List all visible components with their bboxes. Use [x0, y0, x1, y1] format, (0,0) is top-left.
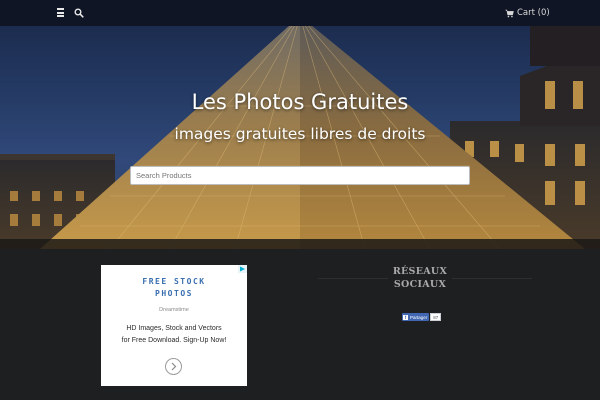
shopping-cart-icon — [505, 9, 514, 17]
social-section-title-line-2: SOCIAUX — [393, 279, 447, 290]
chevron-right-icon — [171, 362, 177, 371]
site-tagline: images gratuites libres de droits — [174, 125, 426, 143]
facebook-share-action[interactable]: f Partager — [402, 313, 430, 321]
ad-headline-line-2: PHOTOS — [155, 289, 193, 298]
ad-text-line-1: HD Images, Stock and Vectors — [126, 325, 222, 332]
hamburger-menu-icon[interactable] — [57, 8, 65, 18]
cart-link[interactable]: Cart (0) — [505, 7, 550, 19]
hero-banner: Les Photos Gratuites images gratuites li… — [0, 26, 600, 249]
top-navigation-bar: Cart (0) — [0, 0, 600, 26]
ad-headline-line-1: FREE STOCK — [142, 277, 206, 286]
cart-label: Cart (0) — [517, 8, 550, 18]
ad-choices-icon[interactable] — [238, 265, 247, 273]
ad-text-line-2: for Free Download. Sign-Up Now! — [121, 337, 227, 344]
share-label: Partager — [410, 314, 428, 320]
ad-brand: Dreamstime — [159, 307, 189, 313]
search-icon[interactable] — [74, 8, 84, 18]
product-search-input[interactable] — [130, 166, 470, 185]
facebook-share-button[interactable]: f Partager 87 — [402, 313, 442, 321]
ad-next-button[interactable] — [165, 358, 182, 375]
social-section-title: RÉSEAUX — [392, 266, 448, 277]
share-count: 87 — [430, 313, 442, 321]
facebook-icon: f — [403, 314, 408, 320]
site-title: Les Photos Gratuites — [191, 90, 409, 114]
advertisement-banner[interactable]: FREE STOCK PHOTOS Dreamstime HD Images, … — [101, 265, 247, 386]
